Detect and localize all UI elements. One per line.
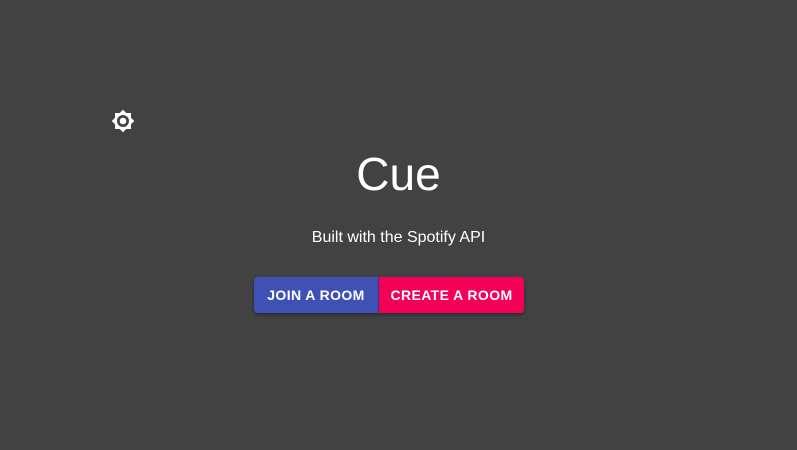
join-room-button[interactable]: JOIN A ROOM bbox=[254, 277, 379, 313]
app-title: Cue bbox=[356, 148, 441, 200]
theme-toggle-button[interactable] bbox=[106, 104, 140, 138]
create-room-button[interactable]: CREATE A ROOM bbox=[379, 277, 524, 313]
room-button-group: JOIN A ROOM CREATE A ROOM bbox=[254, 277, 524, 313]
home-page: Cue Built with the Spotify API JOIN A RO… bbox=[0, 0, 797, 450]
brightness-icon bbox=[111, 109, 135, 133]
app-subtitle: Built with the Spotify API bbox=[311, 229, 486, 246]
